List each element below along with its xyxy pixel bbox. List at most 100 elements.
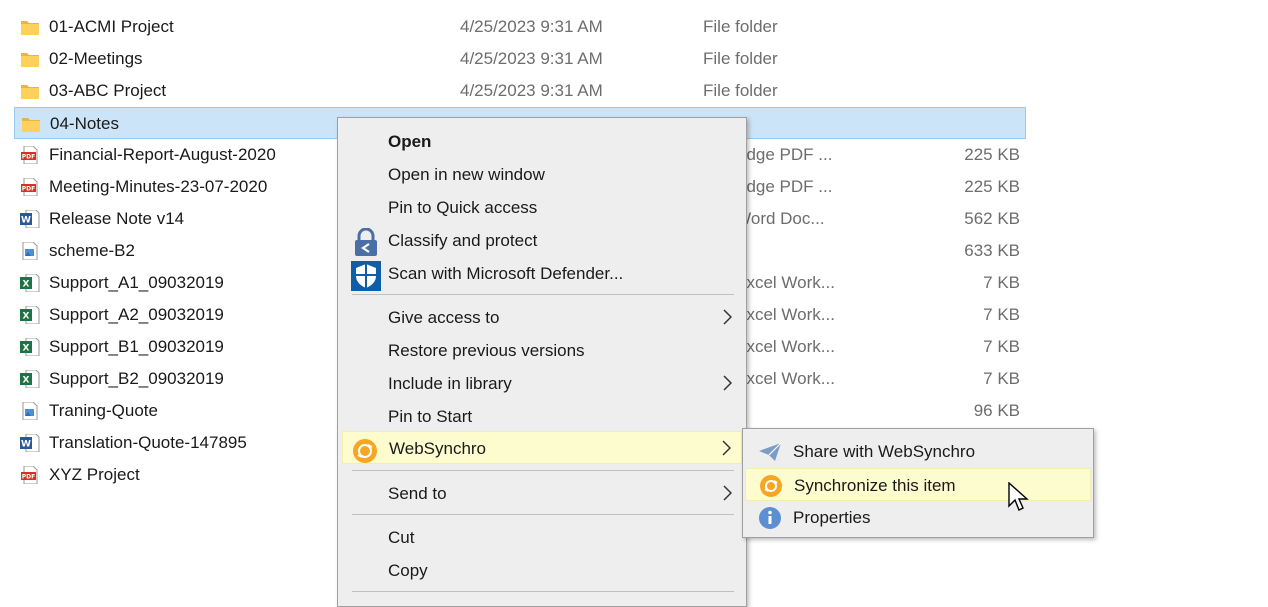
- file-type: File folder: [703, 49, 778, 68]
- file-type: File folder: [703, 81, 778, 100]
- menu-item-label: Open in new window: [388, 165, 545, 184]
- file-name: Financial-Report-August-2020: [49, 145, 276, 164]
- file-size: 225 KB: [964, 177, 1020, 196]
- file-name: Traning-Quote: [49, 401, 158, 420]
- menu-item-restore-versions[interactable]: Restore previous versions: [340, 334, 744, 367]
- file-date-modified: 4/25/2023 9:31 AM: [460, 81, 603, 100]
- menu-item-label: Restore previous versions: [388, 341, 585, 360]
- submenu-item-synchronize[interactable]: Synchronize this item: [745, 468, 1091, 501]
- menu-item-websynchro[interactable]: WebSynchro: [342, 431, 742, 464]
- menu-item-label: Give access to: [388, 308, 500, 327]
- send-paper-plane-icon: [757, 440, 783, 464]
- file-name: Release Note v14: [49, 209, 185, 228]
- menu-item-copy[interactable]: Copy: [340, 554, 744, 587]
- pdf-icon: PDF: [20, 177, 40, 197]
- menu-item-include-library[interactable]: Include in library: [340, 367, 744, 400]
- menu-item-label: Open: [388, 132, 432, 151]
- file-date-modified: 4/25/2023 9:31 AM: [460, 49, 603, 68]
- svg-text:X: X: [23, 312, 30, 322]
- image-file-icon: [20, 241, 40, 261]
- defender-shield-icon: [350, 261, 382, 291]
- submenu-item-label: Share with WebSynchro: [793, 442, 976, 461]
- excel-icon: X: [20, 369, 40, 389]
- chevron-right-icon: [721, 440, 732, 456]
- file-name: XYZ Project: [49, 465, 140, 484]
- context-menu: Open Open in new window Pin to Quick acc…: [337, 117, 747, 607]
- file-size: 633 KB: [964, 241, 1020, 260]
- menu-separator: [352, 591, 734, 592]
- menu-item-open-new-window[interactable]: Open in new window: [340, 158, 744, 191]
- word-icon: W: [20, 433, 40, 453]
- file-name: scheme-B2: [49, 241, 135, 260]
- file-name: Support_A1_09032019: [49, 273, 224, 292]
- file-date-modified: 4/25/2023 9:31 AM: [460, 17, 603, 36]
- chevron-right-icon: [722, 375, 733, 391]
- chevron-right-icon: [722, 309, 733, 325]
- file-type: File folder: [703, 17, 778, 36]
- menu-separator: [352, 294, 734, 295]
- menu-item-label: Include in library: [388, 374, 512, 393]
- file-size: 225 KB: [964, 145, 1020, 164]
- file-row[interactable]: 02-Meetings 4/25/2023 9:31 AM File folder: [14, 43, 1026, 75]
- file-row[interactable]: 01-ACMI Project 4/25/2023 9:31 AM File fol…: [14, 11, 1026, 43]
- chevron-right-icon: [722, 485, 733, 501]
- svg-text:W: W: [21, 440, 31, 450]
- file-row[interactable]: 03-ABC Project 4/25/2023 9:31 AM File fold…: [14, 75, 1026, 107]
- file-size: 562 KB: [964, 209, 1020, 228]
- menu-item-label: Scan with Microsoft Defender...: [388, 264, 624, 283]
- menu-item-label: Pin to Quick access: [388, 198, 538, 217]
- file-name: 03-ABC Project: [49, 81, 167, 100]
- menu-separator: [352, 470, 734, 471]
- submenu-item-properties[interactable]: Properties: [745, 501, 1091, 534]
- folder-icon: [21, 115, 41, 133]
- menu-item-label: Send to: [388, 484, 447, 503]
- pdf-icon: PDF: [20, 465, 40, 485]
- menu-item-label: Copy: [388, 561, 428, 580]
- file-name: Support_A2_09032019: [49, 305, 224, 324]
- folder-icon: [20, 50, 40, 68]
- file-name: Support_B1_09032019: [49, 337, 224, 356]
- folder-icon: [20, 82, 40, 100]
- file-size: 7 KB: [983, 369, 1020, 388]
- file-name: Meeting-Minutes-23-07-2020: [49, 177, 268, 196]
- word-icon: W: [20, 209, 40, 229]
- menu-item-send-to[interactable]: Send to: [340, 477, 744, 510]
- submenu-item-share[interactable]: Share with WebSynchro: [745, 435, 1091, 468]
- menu-item-label: WebSynchro: [389, 439, 487, 458]
- lock-classify-icon: [350, 227, 382, 258]
- file-size: 7 KB: [983, 305, 1020, 324]
- menu-item-open[interactable]: Open: [340, 125, 744, 158]
- menu-item-label: Classify and protect: [388, 231, 538, 250]
- menu-item-pin-start[interactable]: Pin to Start: [340, 400, 744, 433]
- menu-item-give-access[interactable]: Give access to: [340, 301, 744, 334]
- svg-text:PDF: PDF: [22, 474, 35, 481]
- menu-item-classify-protect[interactable]: Classify and protect: [340, 224, 744, 257]
- file-name: Support_B2_09032019: [49, 369, 224, 388]
- submenu-item-label: Properties: [793, 508, 871, 527]
- file-name: 04-Notes: [50, 114, 119, 133]
- menu-item-pin-quick-access[interactable]: Pin to Quick access: [340, 191, 744, 224]
- file-size: 7 KB: [983, 337, 1020, 356]
- pdf-icon: PDF: [20, 145, 40, 165]
- menu-item-cut[interactable]: Cut: [340, 521, 744, 554]
- file-name: Translation-Quote-147895: [49, 433, 247, 452]
- websynchro-icon: [758, 474, 784, 498]
- excel-icon: X: [20, 273, 40, 293]
- svg-text:X: X: [23, 344, 30, 354]
- menu-item-scan-defender[interactable]: Scan with Microsoft Defender...: [340, 257, 744, 291]
- menu-item-label: Pin to Start: [388, 407, 473, 426]
- svg-text:X: X: [23, 280, 30, 290]
- svg-text:PDF: PDF: [22, 154, 35, 161]
- excel-icon: X: [20, 305, 40, 325]
- mouse-cursor-icon: [1008, 481, 1030, 514]
- file-name: 01-ACMI Project: [49, 17, 174, 36]
- folder-icon: [20, 18, 40, 36]
- websynchro-submenu: Share with WebSynchro Synchronize this i…: [742, 428, 1094, 538]
- websynchro-icon: [349, 436, 381, 466]
- menu-separator: [352, 514, 734, 515]
- file-size: 96 KB: [973, 401, 1020, 420]
- image-file-icon: [20, 401, 40, 421]
- excel-icon: X: [20, 337, 40, 357]
- info-icon: [757, 506, 783, 530]
- file-size: 7 KB: [983, 273, 1020, 292]
